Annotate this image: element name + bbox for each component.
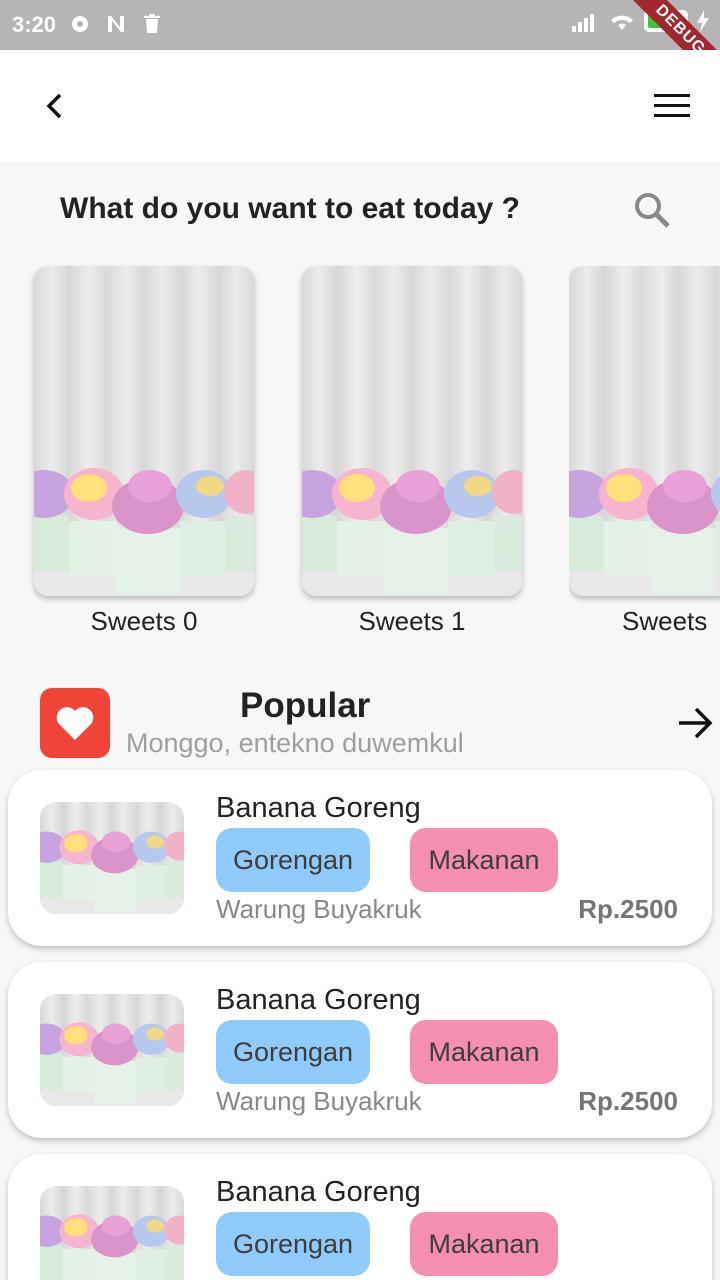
food-name: Banana Goreng [216, 1176, 421, 1208]
signal-icon [572, 14, 594, 32]
status-bar: 3:20 72 DEBUG [0, 0, 720, 96]
price: Rp.2500 [578, 1086, 678, 1116]
status-time: 3:20 [12, 12, 57, 37]
app-bar [0, 50, 720, 162]
tag-chip[interactable]: Gorengan [216, 828, 370, 892]
food-thumbnail [40, 1186, 184, 1280]
popular-icon-badge [40, 688, 110, 758]
tag-chip[interactable]: Makanan [410, 1020, 558, 1084]
popular-subtitle: Monggo, entekno duwemkul [126, 728, 464, 758]
category-label: Sweets 0 [90, 606, 198, 636]
tag-chip[interactable]: Gorengan [216, 1212, 370, 1276]
back-arrow-icon[interactable] [38, 88, 74, 124]
shop-name: Warung Buyakruk [216, 1086, 422, 1116]
tag-chip[interactable]: Gorengan [216, 1020, 370, 1084]
list-item[interactable]: Banana Goreng Gorengan Makanan [8, 1154, 712, 1280]
shop-name: Warung Buyakruk [216, 894, 422, 924]
category-card[interactable]: Sweets 0 [34, 266, 254, 637]
food-thumbnail [40, 994, 184, 1106]
category-image [302, 266, 522, 596]
price: Rp.2500 [578, 894, 678, 924]
category-carousel[interactable]: Sweets 0 Sweets 1 Sweets [34, 266, 720, 646]
hamburger-menu-icon[interactable] [654, 94, 690, 118]
tag-chip[interactable]: Makanan [410, 1212, 558, 1276]
trash-icon [144, 14, 160, 33]
food-name: Banana Goreng [216, 792, 421, 824]
page-title: What do you want to eat today ? [60, 192, 520, 225]
category-card[interactable]: Sweets 1 [302, 266, 522, 637]
charging-icon [697, 10, 709, 32]
category-image [34, 266, 254, 596]
category-label: Sweets 1 [358, 606, 466, 636]
list-item[interactable]: Banana Goreng Gorengan Makanan Warung Bu… [8, 770, 712, 946]
food-name: Banana Goreng [216, 984, 421, 1016]
list-item[interactable]: Banana Goreng Gorengan Makanan Warung Bu… [8, 962, 712, 1138]
tag-chip[interactable]: Makanan [410, 828, 558, 892]
popular-title: Popular [240, 686, 371, 725]
category-card[interactable]: Sweets [569, 266, 720, 637]
arrow-right-icon[interactable] [676, 704, 714, 742]
category-label: Sweets [622, 606, 708, 636]
n-app-icon [108, 16, 124, 32]
heart-icon [56, 707, 94, 740]
wifi-icon [611, 15, 633, 30]
search-icon[interactable] [632, 190, 672, 230]
notification-icon [72, 16, 88, 32]
food-thumbnail [40, 802, 184, 914]
category-image [569, 266, 720, 596]
